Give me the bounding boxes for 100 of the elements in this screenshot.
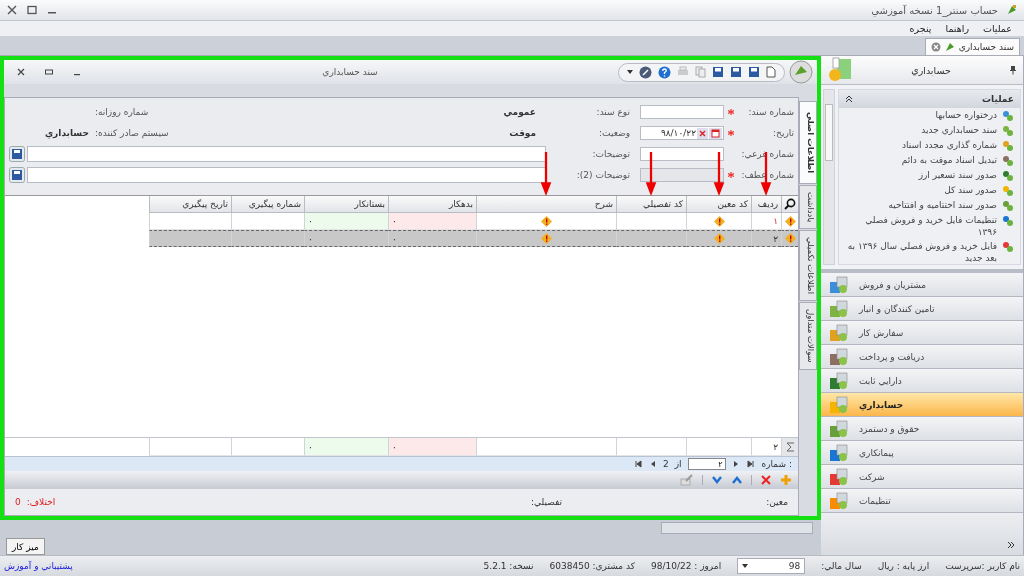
search-icon[interactable] xyxy=(784,198,796,210)
side-tab[interactable]: سوالات متداول xyxy=(799,302,817,371)
table-cell: ٠ xyxy=(392,233,397,244)
chevron-icon[interactable] xyxy=(1007,541,1015,551)
menu-item[interactable]: عمليات xyxy=(983,23,1012,34)
operation-link[interactable]: صدور سند کل xyxy=(944,184,997,196)
module-button[interactable]: تامين کنندگان و انبار xyxy=(821,297,1023,321)
column-header[interactable]: شرح xyxy=(476,196,616,213)
operation-icon xyxy=(1002,110,1014,122)
save-icon[interactable] xyxy=(730,66,742,78)
side-tab[interactable]: اطلاعات اصلي xyxy=(799,101,817,185)
tools-icon[interactable] xyxy=(639,65,652,79)
move-up-icon[interactable] xyxy=(731,475,743,486)
module-button[interactable]: سفارش کار xyxy=(821,321,1023,345)
save-icon[interactable] xyxy=(9,167,25,183)
operation-link[interactable]: تنظيمات فايل خريد و فروش فصلي ۱۳۹۶ xyxy=(845,214,997,238)
dropdown-icon[interactable] xyxy=(627,69,633,75)
maximize-icon[interactable] xyxy=(26,5,38,15)
support-link[interactable]: پشتيباني و آموزش xyxy=(4,561,73,571)
column-header[interactable]: شماره پيگيري xyxy=(231,196,304,213)
operation-link[interactable]: تبديل اسناد موقت به دائم xyxy=(901,154,997,166)
field-label: سيستم صادر کننده: xyxy=(95,128,169,138)
column-header[interactable]: کد معين xyxy=(686,196,751,213)
field-value: عمومي xyxy=(502,107,537,117)
credit-total: ٠ xyxy=(308,441,313,452)
field-label: شماره روزانه: xyxy=(95,107,149,117)
document-number-field[interactable] xyxy=(640,105,724,119)
notes-field[interactable] xyxy=(27,167,546,183)
operation-link[interactable]: سند حسابداري جديد xyxy=(921,124,997,136)
module-button[interactable]: دارايي ثابت xyxy=(821,369,1023,393)
save-icon[interactable] xyxy=(748,66,760,78)
move-down-icon[interactable] xyxy=(711,475,723,486)
collapse-icon[interactable] xyxy=(845,95,853,103)
desktop-button[interactable]: ميز کار xyxy=(6,538,45,555)
pager-of: از xyxy=(674,459,682,470)
table-cell: ٠ xyxy=(392,216,397,226)
column-header[interactable]: بدهکار xyxy=(388,196,476,213)
year-dropdown[interactable]: 98 xyxy=(737,558,806,574)
first-page-icon[interactable] xyxy=(745,460,756,469)
sub-number-field[interactable] xyxy=(640,147,724,161)
pin-icon[interactable] xyxy=(1009,65,1017,75)
module-button[interactable]: حقوق و دستمزد xyxy=(821,417,1023,441)
total-count: ٢ xyxy=(773,441,778,452)
sidebar-title: حسابداري xyxy=(910,64,952,76)
calendar-icon[interactable] xyxy=(709,127,722,139)
close-icon[interactable] xyxy=(16,68,26,76)
side-tab[interactable]: اطلاعات تکميلي xyxy=(799,230,817,302)
side-tab[interactable]: يادداشت xyxy=(799,185,817,230)
document-tab[interactable]: سند حسابداري xyxy=(924,38,1020,55)
module-button[interactable]: دريافت و پرداخت xyxy=(821,345,1023,369)
date-field[interactable]: ٩٨/١٠/٢٢ xyxy=(640,126,724,140)
table-row[interactable]: ٢ ٠ ٠ xyxy=(5,230,798,247)
clear-icon[interactable] xyxy=(697,127,708,139)
field-label: تاريخ: xyxy=(772,128,794,138)
close-icon[interactable] xyxy=(6,5,18,15)
difference-value: 0 xyxy=(15,497,21,508)
module-icon xyxy=(829,347,849,366)
group-title: عمليات xyxy=(982,94,1014,104)
status-year-label: سال مالي: xyxy=(821,561,862,571)
save-icon[interactable] xyxy=(9,146,25,162)
operation-link[interactable]: صدور سند اختتاميه و افتتاحيه xyxy=(888,199,997,211)
column-header[interactable]: کد تفصيلي xyxy=(616,196,686,213)
operation-link[interactable]: شماره گذاري مجدد اسناد xyxy=(902,139,997,151)
menu-item[interactable]: راهنما xyxy=(945,23,969,34)
app-orb-icon[interactable] xyxy=(789,60,813,84)
field-label: توضيحات: xyxy=(591,149,631,159)
column-header[interactable]: رديف xyxy=(751,196,781,213)
help-icon[interactable] xyxy=(658,65,671,79)
module-icon xyxy=(829,491,849,510)
operation-link[interactable]: صدور سند تسعير ارز xyxy=(918,169,997,181)
column-header[interactable]: تاريخ پيگيري xyxy=(149,196,231,213)
table-row[interactable]: ١ ٠ ٠ xyxy=(5,213,798,230)
operation-link[interactable]: فايل خريد و فروش فصلي سال ۱۳۹۶ به بعد جديد xyxy=(845,240,997,264)
field-label: شماره عطف: xyxy=(740,170,794,180)
document-title: سند حسابداري xyxy=(321,67,379,77)
delete-icon[interactable] xyxy=(760,474,772,487)
previous-page-icon[interactable] xyxy=(731,460,740,469)
last-page-icon[interactable] xyxy=(632,460,643,469)
operation-icon xyxy=(1002,155,1014,167)
scrollbar[interactable] xyxy=(661,522,813,535)
menu-item[interactable]: پنجره xyxy=(909,23,932,34)
operation-link[interactable]: درختواره حسابها xyxy=(935,109,997,121)
module-button[interactable]: پيمانکاري xyxy=(821,441,1023,465)
module-button[interactable]: حسابداري xyxy=(821,393,1023,417)
scrollbar[interactable] xyxy=(823,89,835,265)
page-number-field[interactable]: ٢ xyxy=(687,458,726,471)
module-button[interactable]: تنظيمات xyxy=(821,489,1023,513)
save-icon[interactable] xyxy=(712,66,724,78)
group-header[interactable]: عمليات xyxy=(839,90,1020,108)
maximize-icon[interactable] xyxy=(44,68,54,76)
pager-label: : شماره xyxy=(761,459,792,470)
operation-icon xyxy=(1002,140,1014,152)
sum-icon xyxy=(785,441,795,452)
column-header[interactable]: بستانکار xyxy=(304,196,388,213)
new-document-icon[interactable] xyxy=(766,66,776,78)
module-button[interactable]: مشتريان و فروش xyxy=(821,273,1023,297)
notes-field[interactable] xyxy=(27,146,546,162)
module-button[interactable]: شرکت xyxy=(821,465,1023,489)
window-title: حساب سنتر_1 نسخه آموزشي xyxy=(871,4,998,16)
module-icon xyxy=(829,323,849,342)
